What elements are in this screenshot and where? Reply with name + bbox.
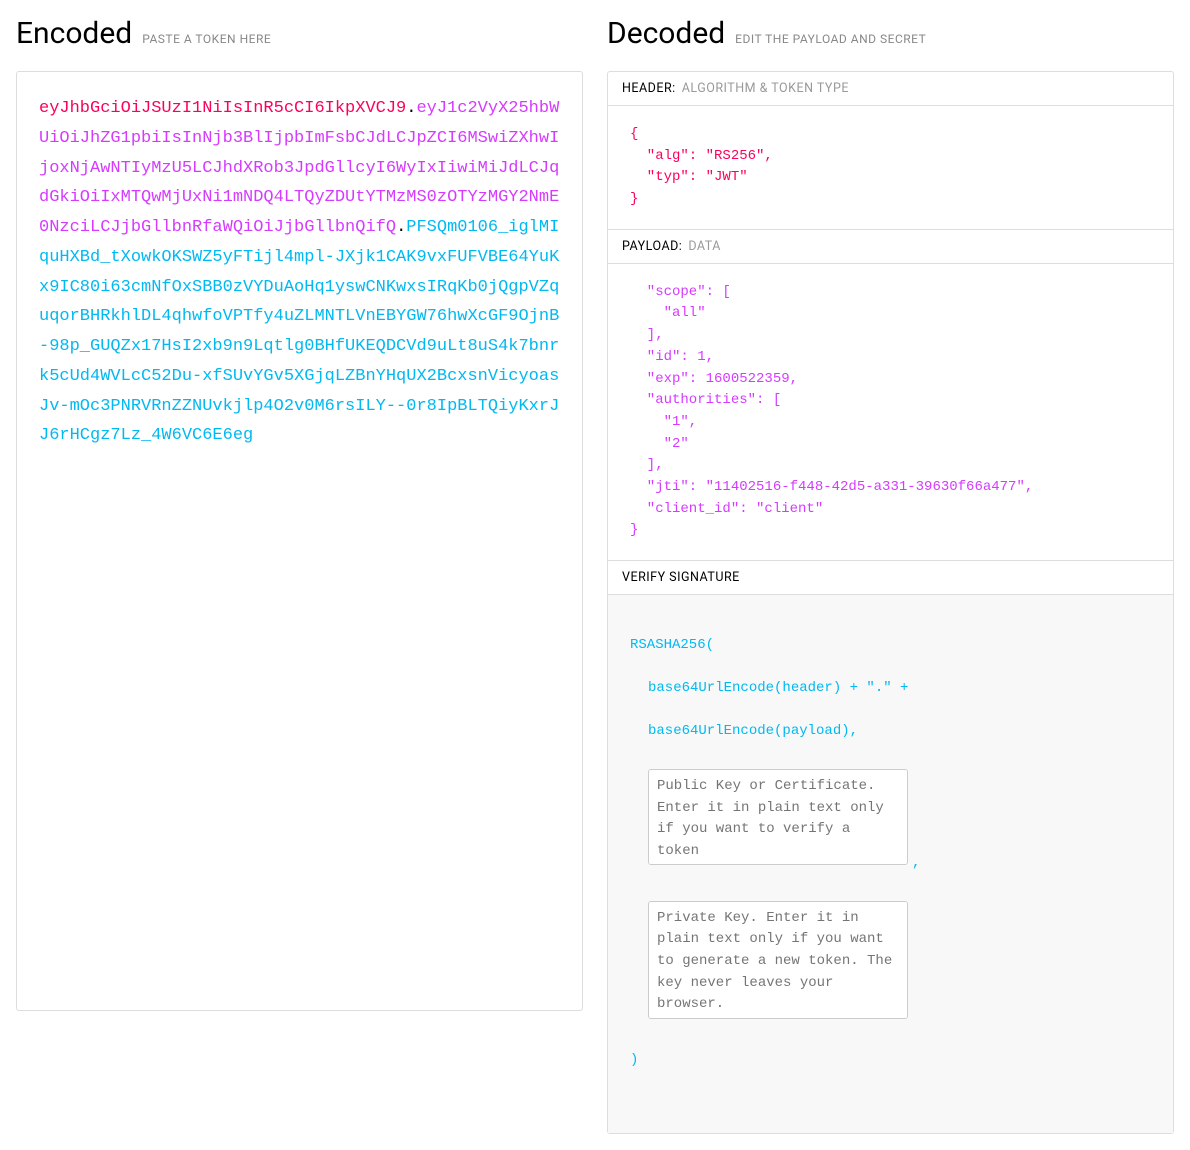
encoded-subtitle: PASTE A TOKEN HERE xyxy=(142,32,271,46)
encoded-title: Encoded xyxy=(16,16,132,51)
header-section-header: HEADER: ALGORITHM & TOKEN TYPE xyxy=(608,72,1173,106)
verify-comma: , xyxy=(912,853,920,875)
decoded-subtitle: EDIT THE PAYLOAD AND SECRET xyxy=(735,32,926,46)
verify-line2: base64UrlEncode(payload), xyxy=(630,721,1151,743)
verify-algo-line: RSASHA256( xyxy=(630,635,1151,657)
header-section-desc: ALGORITHM & TOKEN TYPE xyxy=(682,81,849,96)
jwt-debugger-container: Encoded PASTE A TOKEN HERE eyJhbGciOiJSU… xyxy=(16,16,1174,1134)
decoded-panel: HEADER: ALGORITHM & TOKEN TYPE { "alg": … xyxy=(607,71,1174,1134)
verify-section-title: VERIFY SIGNATURE xyxy=(622,570,740,585)
jwt-payload-segment: eyJ1c2VyX25hbWUiOiJhZG1pbiIsInNjb3BlIjpb… xyxy=(39,99,559,237)
decoded-title-row: Decoded EDIT THE PAYLOAD AND SECRET xyxy=(607,16,1174,51)
jwt-dot: . xyxy=(406,99,416,118)
jwt-header-segment: eyJhbGciOiJSUzI1NiIsInR5cCI6IkpXVCJ9 xyxy=(39,99,406,118)
payload-section-body[interactable]: "scope": [ "all" ], "id": 1, "exp": 1600… xyxy=(608,264,1173,560)
public-key-input[interactable] xyxy=(648,769,908,865)
decoded-title: Decoded xyxy=(607,16,725,51)
header-section-title: HEADER: xyxy=(622,81,676,96)
verify-section-header: VERIFY SIGNATURE xyxy=(608,560,1173,595)
verify-section-body: RSASHA256( base64UrlEncode(header) + "."… xyxy=(608,595,1173,1133)
verify-close: ) xyxy=(630,1050,1151,1072)
jwt-dot: . xyxy=(396,218,406,237)
payload-section-title: PAYLOAD: xyxy=(622,239,682,254)
verify-line1: base64UrlEncode(header) + "." + xyxy=(630,678,1151,700)
payload-section-desc: DATA xyxy=(688,239,721,254)
decoded-column: Decoded EDIT THE PAYLOAD AND SECRET HEAD… xyxy=(607,16,1174,1134)
encoded-column: Encoded PASTE A TOKEN HERE eyJhbGciOiJSU… xyxy=(16,16,583,1134)
encoded-title-row: Encoded PASTE A TOKEN HERE xyxy=(16,16,583,51)
encoded-token-input[interactable]: eyJhbGciOiJSUzI1NiIsInR5cCI6IkpXVCJ9.eyJ… xyxy=(16,71,583,1011)
jwt-signature-segment: PFSQm0106_iglMIquHXBd_tXowkOKSWZ5yFTijl4… xyxy=(39,218,559,445)
header-section-body[interactable]: { "alg": "RS256", "typ": "JWT" } xyxy=(608,106,1173,229)
private-key-input[interactable] xyxy=(648,901,908,1019)
payload-section-header: PAYLOAD: DATA xyxy=(608,229,1173,264)
